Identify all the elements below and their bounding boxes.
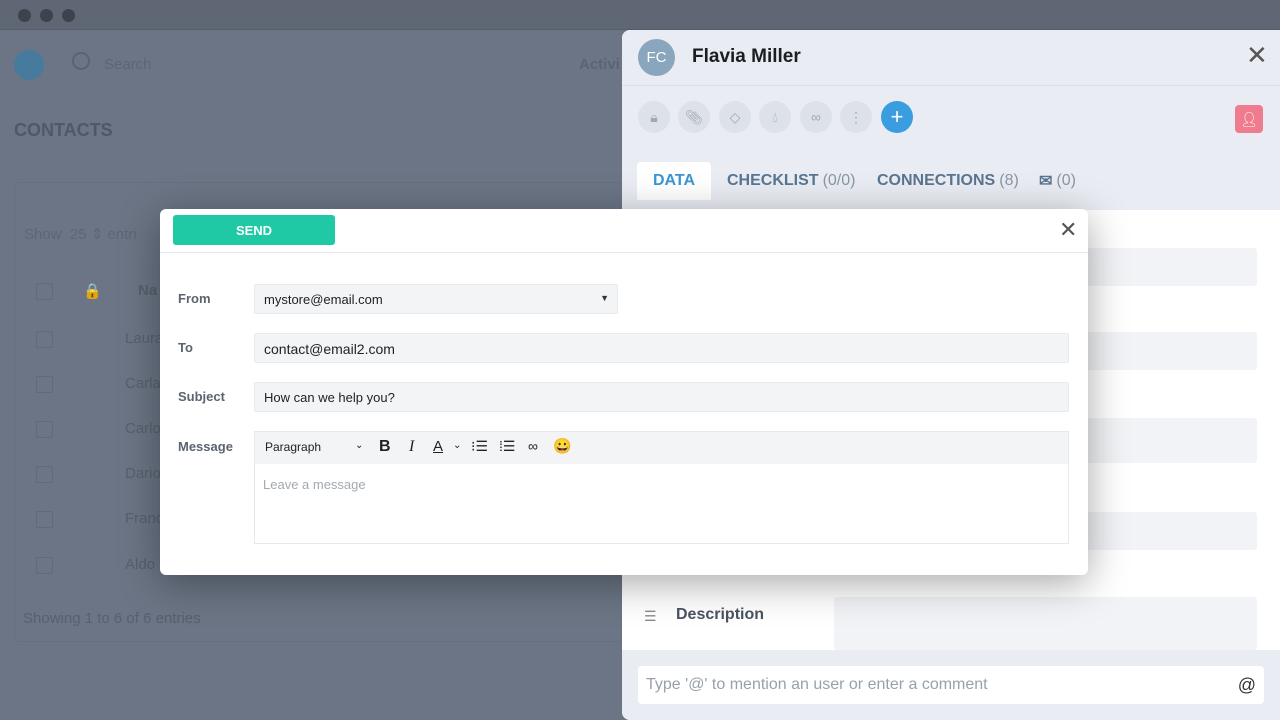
contact-name[interactable]: Aldo xyxy=(125,556,155,573)
close-window-button[interactable] xyxy=(18,9,31,22)
to-field[interactable]: contact@email2.com xyxy=(254,333,1069,363)
tag-icon[interactable]: ◇ xyxy=(719,101,751,133)
app-logo[interactable] xyxy=(14,50,44,80)
from-value: mystore@email.com xyxy=(264,292,383,307)
tab-label: CHECKLIST xyxy=(727,172,819,189)
comment-placeholder: Type '@' to mention an user or enter a c… xyxy=(646,676,988,693)
italic-icon[interactable]: I xyxy=(409,438,414,456)
to-label: To xyxy=(178,340,193,355)
chevron-down-icon[interactable]: ⌄ xyxy=(355,440,363,451)
message-label: Message xyxy=(178,439,233,454)
lock-icon: 🔒 xyxy=(83,283,102,300)
comment-input[interactable]: Type '@' to mention an user or enter a c… xyxy=(638,666,1264,704)
tab-count: (0/0) xyxy=(822,172,856,189)
from-label: From xyxy=(178,291,211,306)
send-button[interactable]: SEND xyxy=(173,215,335,245)
tab-connections[interactable]: CONNECTIONS (8) xyxy=(861,162,1035,200)
row-checkbox[interactable] xyxy=(36,466,53,483)
link-icon[interactable]: ∞ xyxy=(800,101,832,133)
mail-icon: ✉ xyxy=(1039,173,1053,190)
text-align-icon: ☰ xyxy=(644,608,657,624)
text-color-icon[interactable]: A xyxy=(433,438,443,455)
plus-icon[interactable]: + xyxy=(881,101,913,133)
entries-label: entri xyxy=(107,226,137,243)
row-checkbox[interactable] xyxy=(36,421,53,438)
subject-label: Subject xyxy=(178,389,225,404)
bullet-list-icon[interactable]: ⁝☰ xyxy=(471,438,488,455)
description-label: Description xyxy=(676,606,765,623)
caret-down-icon: ▼ xyxy=(600,293,609,303)
paragraph-select[interactable]: Paragraph xyxy=(265,440,321,454)
tab-checklist[interactable]: CHECKLIST (0/0) xyxy=(711,162,871,200)
drop-icon[interactable]: 💧︎ xyxy=(759,101,791,133)
maximize-window-button[interactable] xyxy=(62,9,75,22)
contact-name[interactable]: Franc xyxy=(125,510,163,527)
contact-name[interactable]: Carla xyxy=(125,375,161,392)
bold-icon[interactable]: B xyxy=(379,438,391,456)
tab-label: DATA xyxy=(653,172,696,189)
nav-activity[interactable]: Activi xyxy=(579,56,620,73)
link-icon[interactable]: ∞ xyxy=(528,438,538,454)
tab-data[interactable]: DATA xyxy=(637,162,712,200)
divider xyxy=(622,85,1280,86)
tab-count: (0) xyxy=(1056,172,1076,189)
close-icon[interactable]: ✕ xyxy=(1059,219,1077,241)
row-checkbox[interactable] xyxy=(36,376,53,393)
name-column-header[interactable]: Na xyxy=(138,282,157,299)
contact-name[interactable]: Carlo xyxy=(125,420,161,437)
row-checkbox[interactable] xyxy=(36,511,53,528)
description-field[interactable] xyxy=(834,597,1257,650)
message-input[interactable]: Leave a message xyxy=(263,477,366,492)
row-checkbox[interactable] xyxy=(36,331,53,348)
search-icon xyxy=(72,52,90,70)
page-size-value[interactable]: 25 xyxy=(70,226,87,243)
tab-label: CONNECTIONS xyxy=(877,172,996,189)
select-all-checkbox[interactable] xyxy=(36,283,53,300)
message-editor: Paragraph ⌄ B I A ⌄ ⁝☰ ⁞☰ ∞ 😀 Leave a me… xyxy=(254,431,1069,544)
search-input[interactable]: Search xyxy=(104,56,152,73)
emoji-icon[interactable]: 😀 xyxy=(553,437,572,455)
numbered-list-icon[interactable]: ⁞☰ xyxy=(499,438,515,455)
mention-icon[interactable]: @ xyxy=(1238,675,1256,696)
contact-name-title: Flavia Miller xyxy=(692,46,801,67)
pagination-info: Showing 1 to 6 of 6 entries xyxy=(23,610,201,627)
contact-name[interactable]: Dario xyxy=(125,465,161,482)
avatar: FC xyxy=(638,39,675,76)
close-panel-icon[interactable]: ✕ xyxy=(1246,42,1268,68)
editor-toolbar: Paragraph ⌄ B I A ⌄ ⁝☰ ⁞☰ ∞ 😀 xyxy=(255,432,1068,464)
paperclip-icon[interactable]: 📎︎ xyxy=(678,101,710,133)
window-titlebar xyxy=(0,0,1280,30)
page-title: CONTACTS xyxy=(14,120,113,140)
user-icon[interactable]: 👤︎ xyxy=(1235,105,1263,133)
comment-bar: Type '@' to mention an user or enter a c… xyxy=(622,650,1280,720)
minimize-window-button[interactable] xyxy=(40,9,53,22)
tab-count: (8) xyxy=(999,172,1019,189)
subject-field[interactable]: How can we help you? xyxy=(254,382,1069,412)
row-checkbox[interactable] xyxy=(36,557,53,574)
from-select[interactable]: mystore@email.com ▼ xyxy=(254,284,618,314)
contact-name[interactable]: Laura xyxy=(125,330,163,347)
page-size[interactable]: Show 25 ⇕ entri xyxy=(24,225,137,243)
more-icon[interactable]: ⋮ xyxy=(840,101,872,133)
show-label: Show xyxy=(24,226,62,243)
tab-emails[interactable]: ✉ (0) xyxy=(1023,162,1092,200)
lock-icon[interactable]: 🔒︎ xyxy=(638,101,670,133)
divider xyxy=(160,252,1088,253)
chevron-down-icon[interactable]: ⌄ xyxy=(453,440,461,451)
email-compose-modal: SEND ✕ From mystore@email.com ▼ To contac… xyxy=(160,209,1088,575)
